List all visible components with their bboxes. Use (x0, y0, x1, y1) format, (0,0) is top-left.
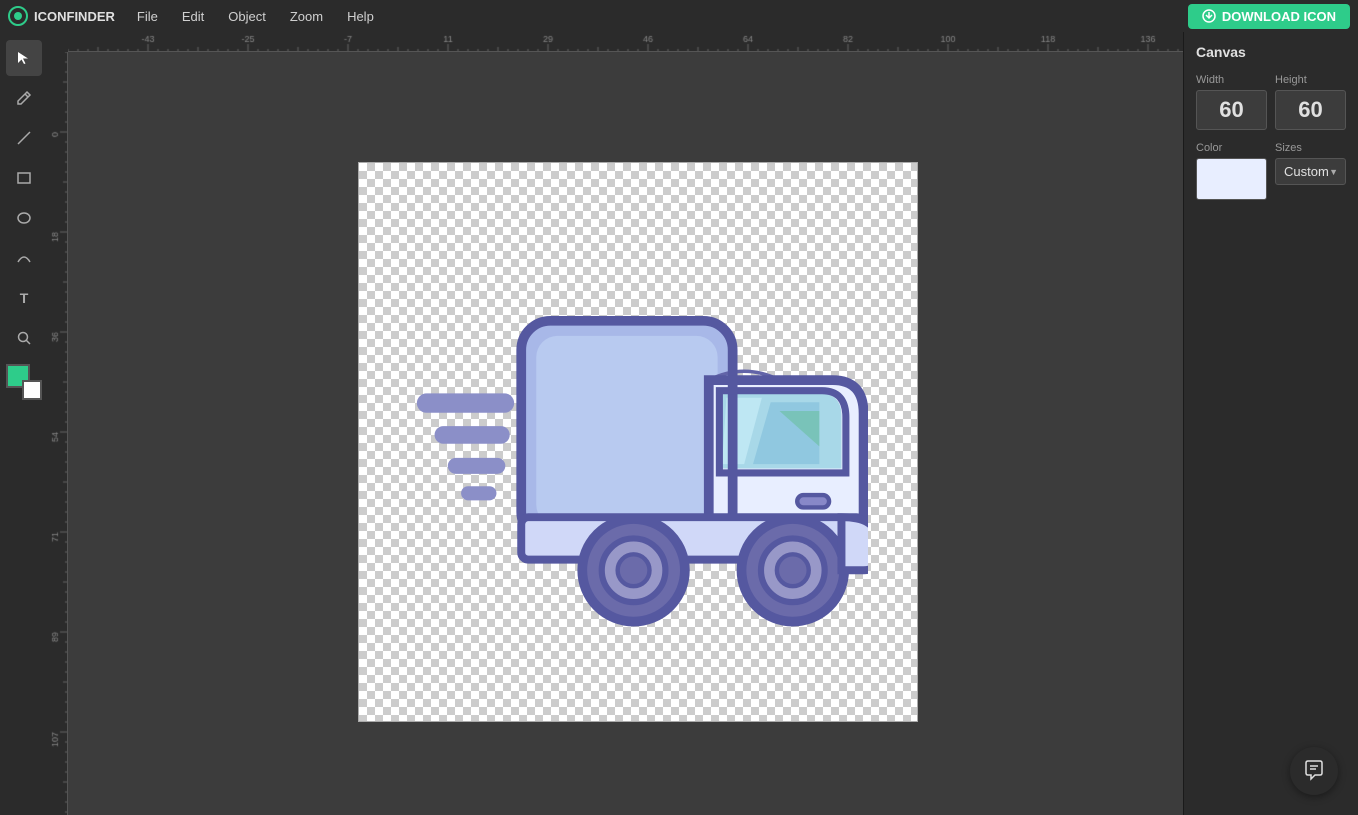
canvas-content (68, 52, 1183, 815)
pencil-icon (16, 90, 32, 106)
panel-title: Canvas (1196, 44, 1346, 60)
color-field-box: Color (1196, 142, 1267, 200)
color-sizes-group: Color Sizes Custom (1196, 142, 1346, 200)
width-input[interactable] (1196, 90, 1267, 130)
menu-object[interactable]: Object (218, 5, 276, 28)
chat-icon (1303, 760, 1325, 782)
width-label: Width (1196, 74, 1267, 86)
line-icon (16, 130, 32, 146)
zoom-icon (16, 330, 32, 346)
height-field-box: Height (1275, 74, 1346, 130)
rect-icon (16, 170, 32, 186)
ruler-horizontal (48, 32, 1183, 52)
canvas-wrapper (48, 32, 1183, 815)
download-button[interactable]: DOWNLOAD ICON (1188, 4, 1350, 29)
color-preview[interactable] (1196, 158, 1267, 200)
text-icon: T (20, 290, 29, 306)
arc-icon (16, 250, 32, 266)
download-icon (1202, 9, 1216, 23)
left-toolbar: T (0, 32, 48, 815)
text-tool[interactable]: T (6, 280, 42, 316)
height-label: Height (1275, 74, 1346, 86)
background-color (22, 380, 42, 400)
main-area: T (0, 32, 1358, 815)
height-input[interactable] (1275, 90, 1346, 130)
pencil-tool[interactable] (6, 80, 42, 116)
sizes-label: Sizes (1275, 142, 1346, 154)
sizes-select-wrapper: Custom (1275, 158, 1346, 185)
width-field-box: Width (1196, 74, 1267, 130)
truck-icon (408, 252, 868, 632)
dimension-group: Width Height (1196, 74, 1346, 130)
line-tool[interactable] (6, 120, 42, 156)
download-btn-label: DOWNLOAD ICON (1222, 9, 1336, 24)
ellipse-tool[interactable] (6, 200, 42, 236)
select-tool[interactable] (6, 40, 42, 76)
drawing-canvas (358, 162, 918, 722)
menu-file[interactable]: File (127, 5, 168, 28)
logo-icon (8, 6, 28, 26)
rectangle-tool[interactable] (6, 160, 42, 196)
ruler-vertical (48, 32, 68, 815)
menu-zoom[interactable]: Zoom (280, 5, 333, 28)
color-swatches[interactable] (6, 364, 42, 400)
menubar: ICONFINDER File Edit Object Zoom Help DO… (0, 0, 1358, 32)
sizes-select[interactable]: Custom (1275, 158, 1346, 185)
menu-edit[interactable]: Edit (172, 5, 214, 28)
right-panel: Canvas Width Height Color Sizes Custom (1183, 32, 1358, 815)
arc-tool[interactable] (6, 240, 42, 276)
color-label: Color (1196, 142, 1267, 154)
select-icon (16, 50, 32, 66)
menu-help[interactable]: Help (337, 5, 384, 28)
chat-button[interactable] (1290, 747, 1338, 795)
ruler-corner (48, 32, 68, 52)
logo-area: ICONFINDER (8, 6, 115, 26)
sizes-field-box: Sizes Custom (1275, 142, 1346, 200)
zoom-tool[interactable] (6, 320, 42, 356)
logo-text: ICONFINDER (34, 9, 115, 24)
ellipse-icon (16, 210, 32, 226)
